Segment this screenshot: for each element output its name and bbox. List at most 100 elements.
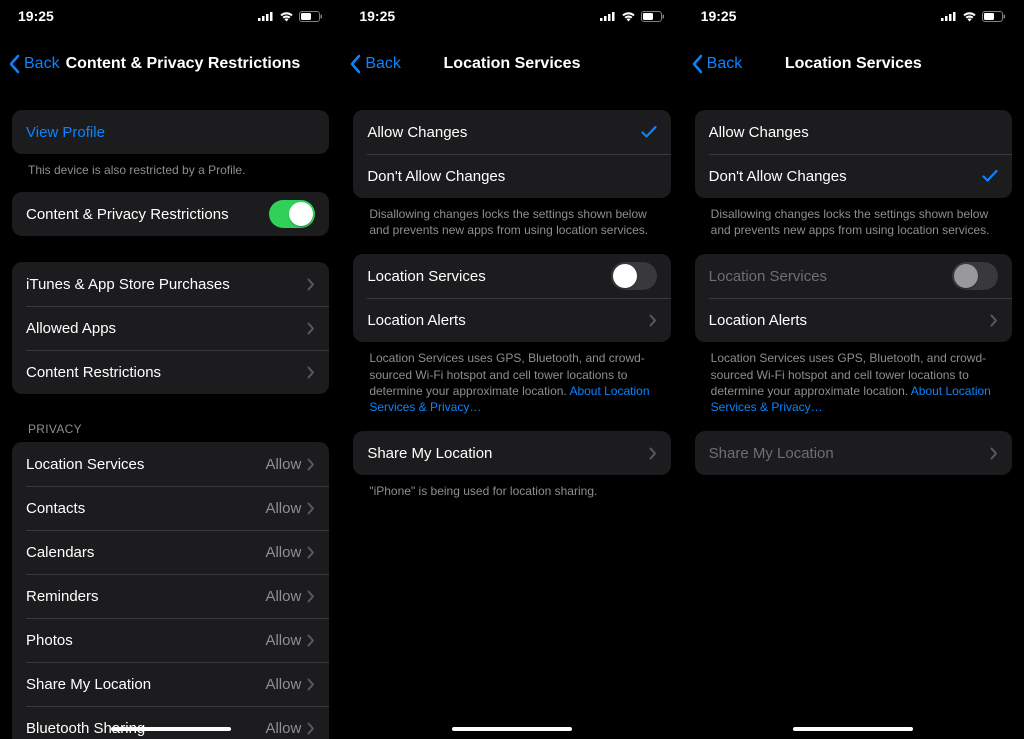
status-icons [600, 11, 665, 22]
status-bar: 19:25 [341, 4, 682, 28]
screen-location-allow: 19:25 Back Location Services Allow Chang… [341, 0, 682, 739]
location-services-label: Location Services [367, 268, 610, 285]
back-button[interactable]: Back [8, 54, 60, 74]
content-restrictions-row[interactable]: Content Restrictions [12, 350, 329, 394]
chevron-left-icon [691, 54, 703, 74]
status-time: 19:25 [18, 8, 54, 24]
chevron-right-icon [307, 502, 315, 515]
share-my-location-row[interactable]: Share My Location [353, 431, 670, 475]
home-indicator[interactable] [793, 727, 913, 731]
privacy-row-value: Allow [265, 676, 301, 693]
location-alerts-label: Location Alerts [709, 312, 990, 329]
location-alerts-row[interactable]: Location Alerts [353, 298, 670, 342]
nav-bar: Back Location Services [683, 42, 1024, 86]
back-button[interactable]: Back [349, 54, 401, 74]
view-profile-row[interactable]: View Profile [12, 110, 329, 154]
dont-allow-changes-label: Don't Allow Changes [367, 168, 656, 185]
privacy-row-value: Allow [265, 500, 301, 517]
battery-icon [299, 11, 323, 22]
location-services-toggle[interactable] [611, 262, 657, 290]
allow-changes-row[interactable]: Allow Changes [353, 110, 670, 154]
back-label: Back [24, 55, 60, 73]
back-label: Back [707, 55, 743, 73]
privacy-row[interactable]: PhotosAllow [12, 618, 329, 662]
chevron-right-icon [990, 314, 998, 327]
privacy-row-value: Allow [265, 456, 301, 473]
allowed-apps-label: Allowed Apps [26, 320, 307, 337]
wifi-icon [279, 11, 294, 22]
battery-icon [982, 11, 1006, 22]
chevron-right-icon [307, 722, 315, 735]
privacy-row[interactable]: Bluetooth SharingAllow [12, 706, 329, 739]
chevron-right-icon [307, 278, 315, 291]
privacy-header: Privacy [12, 416, 329, 442]
back-button[interactable]: Back [691, 54, 743, 74]
share-footer: "iPhone" is being used for location shar… [353, 475, 670, 499]
allow-changes-label: Allow Changes [367, 124, 640, 141]
location-alerts-row[interactable]: Location Alerts [695, 298, 1012, 342]
status-icons [258, 11, 323, 22]
cellular-icon [258, 11, 274, 21]
share-my-location-label: Share My Location [709, 445, 990, 462]
allowed-apps-row[interactable]: Allowed Apps [12, 306, 329, 350]
location-services-footer: Location Services uses GPS, Bluetooth, a… [695, 342, 1012, 415]
privacy-row[interactable]: RemindersAllow [12, 574, 329, 618]
chevron-right-icon [307, 322, 315, 335]
cpr-toggle[interactable] [269, 200, 315, 228]
privacy-row-label: Contacts [26, 500, 265, 517]
privacy-row-value: Allow [265, 588, 301, 605]
share-my-location-row: Share My Location [695, 431, 1012, 475]
back-label: Back [365, 55, 401, 73]
chevron-right-icon [307, 634, 315, 647]
changes-footer: Disallowing changes locks the settings s… [353, 198, 670, 238]
privacy-row[interactable]: Share My LocationAllow [12, 662, 329, 706]
privacy-row[interactable]: CalendarsAllow [12, 530, 329, 574]
battery-icon [641, 11, 665, 22]
status-time: 19:25 [701, 8, 737, 24]
privacy-row-label: Reminders [26, 588, 265, 605]
chevron-right-icon [307, 458, 315, 471]
location-services-toggle [952, 262, 998, 290]
itunes-row[interactable]: iTunes & App Store Purchases [12, 262, 329, 306]
home-indicator[interactable] [111, 727, 231, 731]
chevron-left-icon [8, 54, 20, 74]
chevron-right-icon [649, 314, 657, 327]
privacy-row-label: Calendars [26, 544, 265, 561]
profile-footer: This device is also restricted by a Prof… [12, 154, 329, 178]
status-bar: 19:25 [0, 4, 341, 28]
chevron-right-icon [649, 447, 657, 460]
itunes-label: iTunes & App Store Purchases [26, 276, 307, 293]
cellular-icon [941, 11, 957, 21]
privacy-row-value: Allow [265, 632, 301, 649]
privacy-row[interactable]: ContactsAllow [12, 486, 329, 530]
wifi-icon [962, 11, 977, 22]
changes-footer: Disallowing changes locks the settings s… [695, 198, 1012, 238]
privacy-row-value: Allow [265, 720, 301, 737]
content-restrictions-label: Content Restrictions [26, 364, 307, 381]
checkmark-icon [641, 125, 657, 139]
chevron-right-icon [990, 447, 998, 460]
privacy-row-label: Share My Location [26, 676, 265, 693]
location-services-toggle-row: Location Services [695, 254, 1012, 298]
nav-bar: Back Content & Privacy Restrictions [0, 42, 341, 86]
dont-allow-changes-row[interactable]: Don't Allow Changes [695, 154, 1012, 198]
location-services-footer: Location Services uses GPS, Bluetooth, a… [353, 342, 670, 415]
location-alerts-label: Location Alerts [367, 312, 648, 329]
cpr-toggle-row[interactable]: Content & Privacy Restrictions [12, 192, 329, 236]
cpr-label: Content & Privacy Restrictions [26, 206, 269, 223]
location-services-toggle-row[interactable]: Location Services [353, 254, 670, 298]
view-profile-label: View Profile [26, 124, 315, 141]
home-indicator[interactable] [452, 727, 572, 731]
allow-changes-row[interactable]: Allow Changes [695, 110, 1012, 154]
nav-title: Content & Privacy Restrictions [66, 55, 301, 73]
chevron-right-icon [307, 678, 315, 691]
dont-allow-changes-row[interactable]: Don't Allow Changes [353, 154, 670, 198]
privacy-row[interactable]: Location ServicesAllow [12, 442, 329, 486]
chevron-right-icon [307, 366, 315, 379]
privacy-row-label: Location Services [26, 456, 265, 473]
status-icons [941, 11, 1006, 22]
screen-content-privacy: 19:25 Back Content & Privacy Restriction… [0, 0, 341, 739]
wifi-icon [621, 11, 636, 22]
chevron-left-icon [349, 54, 361, 74]
status-time: 19:25 [359, 8, 395, 24]
